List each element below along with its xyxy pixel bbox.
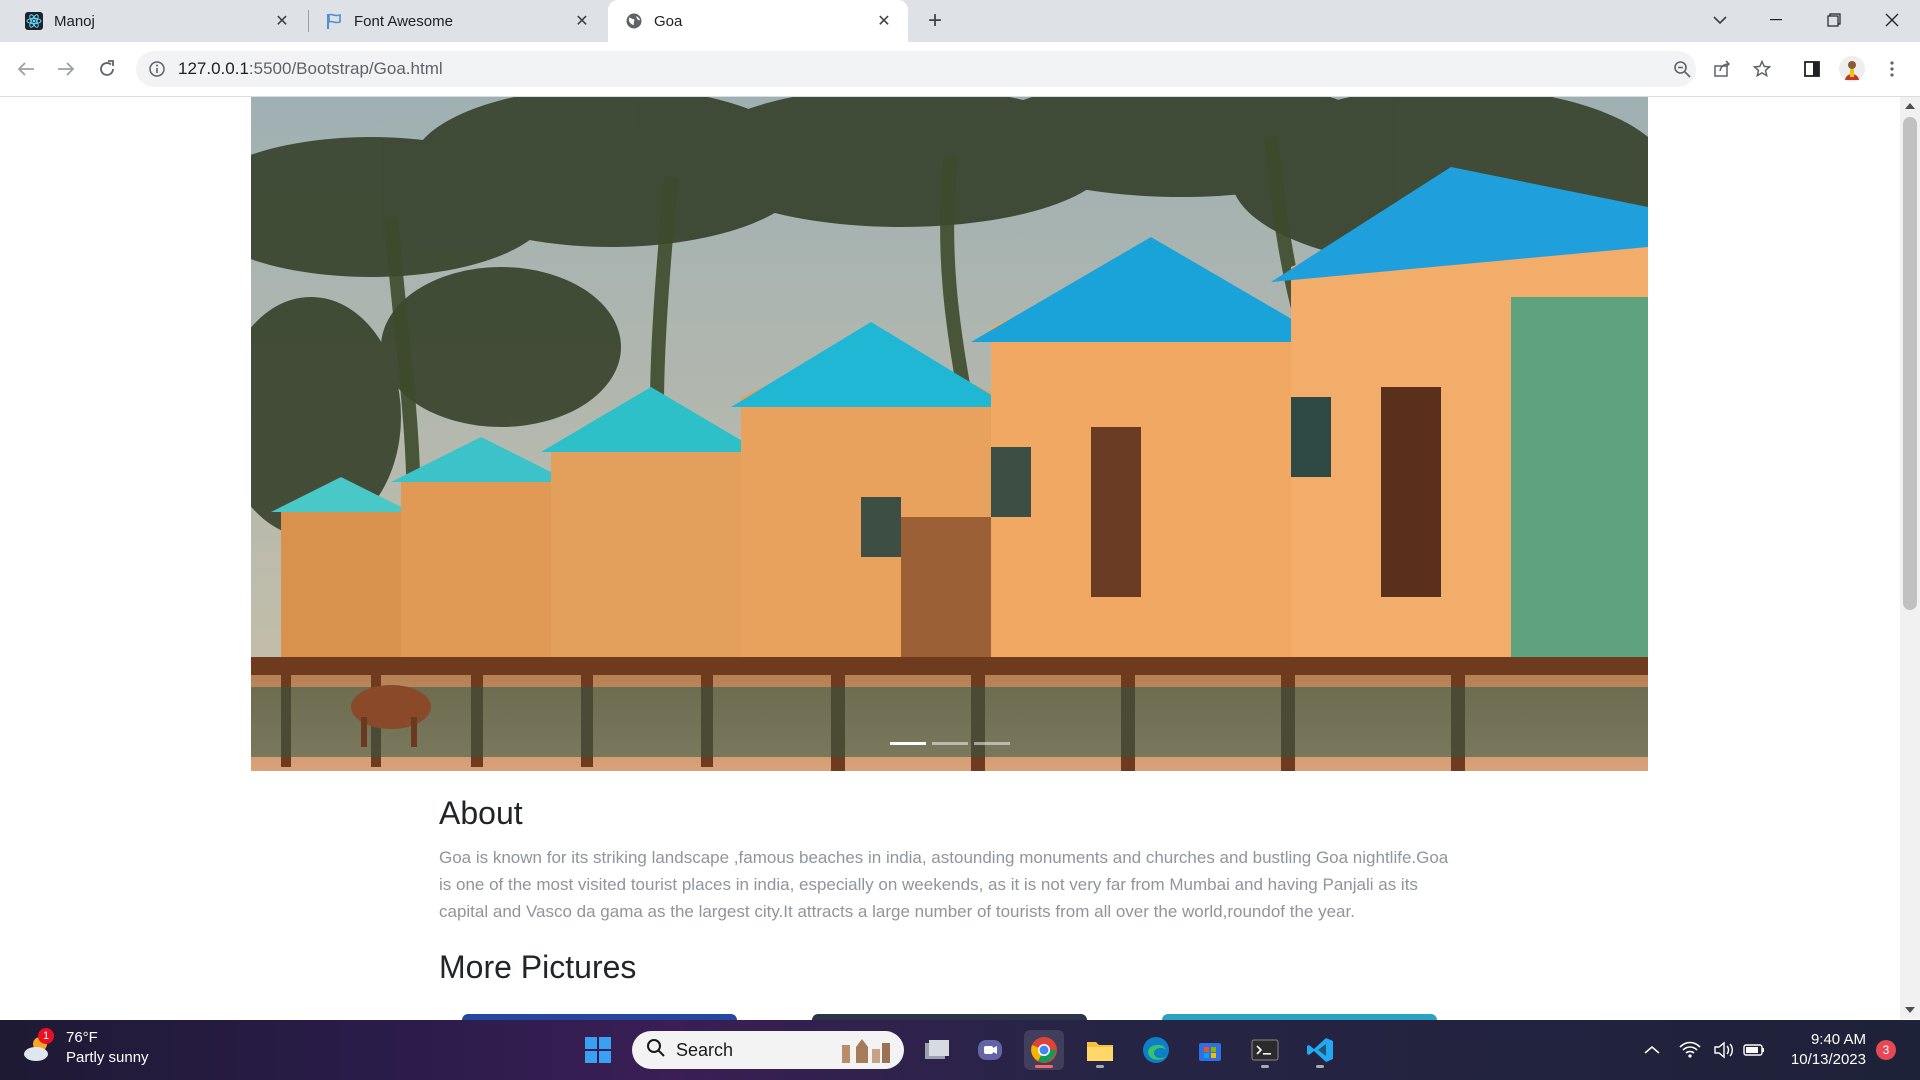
- carousel-indicator[interactable]: [889, 742, 926, 745]
- edge-icon[interactable]: [1136, 1030, 1176, 1070]
- tab-goa[interactable]: Goa ✕: [608, 0, 908, 42]
- file-explorer-icon[interactable]: [1080, 1030, 1120, 1070]
- address-bar[interactable]: 127.0.0.1:5500/Bootstrap/Goa.html: [136, 51, 1696, 87]
- about-heading: About: [439, 795, 523, 831]
- carousel-indicator[interactable]: [931, 742, 968, 745]
- back-arrow-icon[interactable]: [10, 53, 42, 85]
- temperature: 76°F: [66, 1029, 98, 1046]
- new-tab-button[interactable]: +: [920, 6, 950, 36]
- close-icon[interactable]: ✕: [572, 11, 592, 31]
- close-icon[interactable]: ✕: [272, 11, 292, 31]
- url-host: 127.0.0.1: [178, 59, 249, 78]
- teams-chat-icon[interactable]: [970, 1030, 1010, 1070]
- tab-font-awesome[interactable]: Font Awesome ✕: [300, 0, 606, 42]
- weather-badge: 1: [38, 1028, 54, 1044]
- task-view-icon[interactable]: [917, 1030, 957, 1070]
- carousel-indicators: [251, 742, 1648, 745]
- side-panel-icon[interactable]: [1796, 53, 1828, 85]
- weather-condition: Partly sunny: [66, 1049, 149, 1066]
- info-icon[interactable]: [148, 60, 166, 78]
- beach-huts-image: [251, 97, 1648, 771]
- tab-title: Goa: [654, 12, 683, 30]
- tab-search-chevron-icon[interactable]: [1692, 0, 1748, 40]
- url-path: :5500/Bootstrap/Goa.html: [248, 59, 443, 78]
- open-app-indicator: [1261, 1065, 1269, 1068]
- tab-title: Font Awesome: [354, 12, 453, 30]
- vscode-icon[interactable]: [1300, 1030, 1340, 1070]
- react-icon: [24, 11, 44, 31]
- share-icon[interactable]: [1706, 53, 1738, 85]
- active-app-indicator: [1035, 1065, 1053, 1068]
- terminal-icon[interactable]: [1245, 1030, 1285, 1070]
- open-app-indicator: [1096, 1065, 1104, 1068]
- search-icon: [646, 1038, 666, 1063]
- chevron-up-icon[interactable]: [1632, 1030, 1672, 1070]
- partly-sunny-icon: 1: [20, 1028, 56, 1066]
- more-pictures-heading: More Pictures: [439, 949, 637, 985]
- wifi-icon[interactable]: [1672, 1030, 1708, 1070]
- tab-manoj[interactable]: Manoj ✕: [0, 0, 306, 42]
- open-app-indicator: [1316, 1065, 1324, 1068]
- forward-arrow-icon[interactable]: [50, 53, 82, 85]
- globe-icon: [624, 11, 644, 31]
- battery-icon[interactable]: [1736, 1030, 1772, 1070]
- chrome-icon[interactable]: [1024, 1030, 1064, 1070]
- clock-date: 10/13/2023: [1790, 1051, 1866, 1068]
- zoom-icon[interactable]: [1670, 57, 1694, 81]
- page-scrollbar[interactable]: [1900, 97, 1920, 1019]
- clock-time: 9:40 AM: [1810, 1031, 1866, 1048]
- close-icon[interactable]: ✕: [874, 11, 894, 31]
- about-text: Goa is known for its striking landscape …: [439, 848, 1449, 921]
- close-window-icon[interactable]: [1864, 0, 1920, 40]
- restore-icon[interactable]: [1806, 0, 1862, 40]
- system-clock[interactable]: 9:40 AM 10/13/2023: [1776, 1030, 1866, 1070]
- search-highlight-icon: [838, 1037, 894, 1068]
- taskbar-search[interactable]: Search: [632, 1031, 904, 1069]
- weather-widget[interactable]: 1 76°F Partly sunny: [20, 1028, 149, 1068]
- content-section: About Goa is known for its striking land…: [439, 795, 1449, 986]
- profile-avatar[interactable]: [1836, 53, 1868, 85]
- hero-carousel[interactable]: [251, 97, 1648, 771]
- browser-toolbar: 127.0.0.1:5500/Bootstrap/Goa.html: [0, 42, 1920, 97]
- store-icon[interactable]: [1190, 1030, 1230, 1070]
- taskbar: 1 76°F Partly sunny Search 9:40 AM 10/13…: [0, 1020, 1920, 1080]
- carousel-indicator[interactable]: [973, 742, 1010, 745]
- scroll-down-arrow[interactable]: [1905, 1007, 1915, 1013]
- search-label: Search: [676, 1039, 734, 1060]
- scroll-up-arrow[interactable]: [1905, 103, 1915, 109]
- more-menu-icon[interactable]: [1876, 53, 1908, 85]
- windows-start-icon[interactable]: [578, 1030, 618, 1070]
- minimize-icon[interactable]: [1748, 0, 1804, 40]
- scroll-thumb[interactable]: [1903, 117, 1917, 610]
- flag-icon: [324, 11, 344, 31]
- bookmark-star-icon[interactable]: [1746, 53, 1778, 85]
- tab-title: Manoj: [54, 12, 95, 30]
- notification-badge[interactable]: 3: [1876, 1040, 1896, 1060]
- tab-strip: Manoj ✕ Font Awesome ✕ Goa ✕ +: [0, 0, 1920, 42]
- reload-icon[interactable]: [91, 53, 123, 85]
- url-text: 127.0.0.1:5500/Bootstrap/Goa.html: [178, 59, 443, 79]
